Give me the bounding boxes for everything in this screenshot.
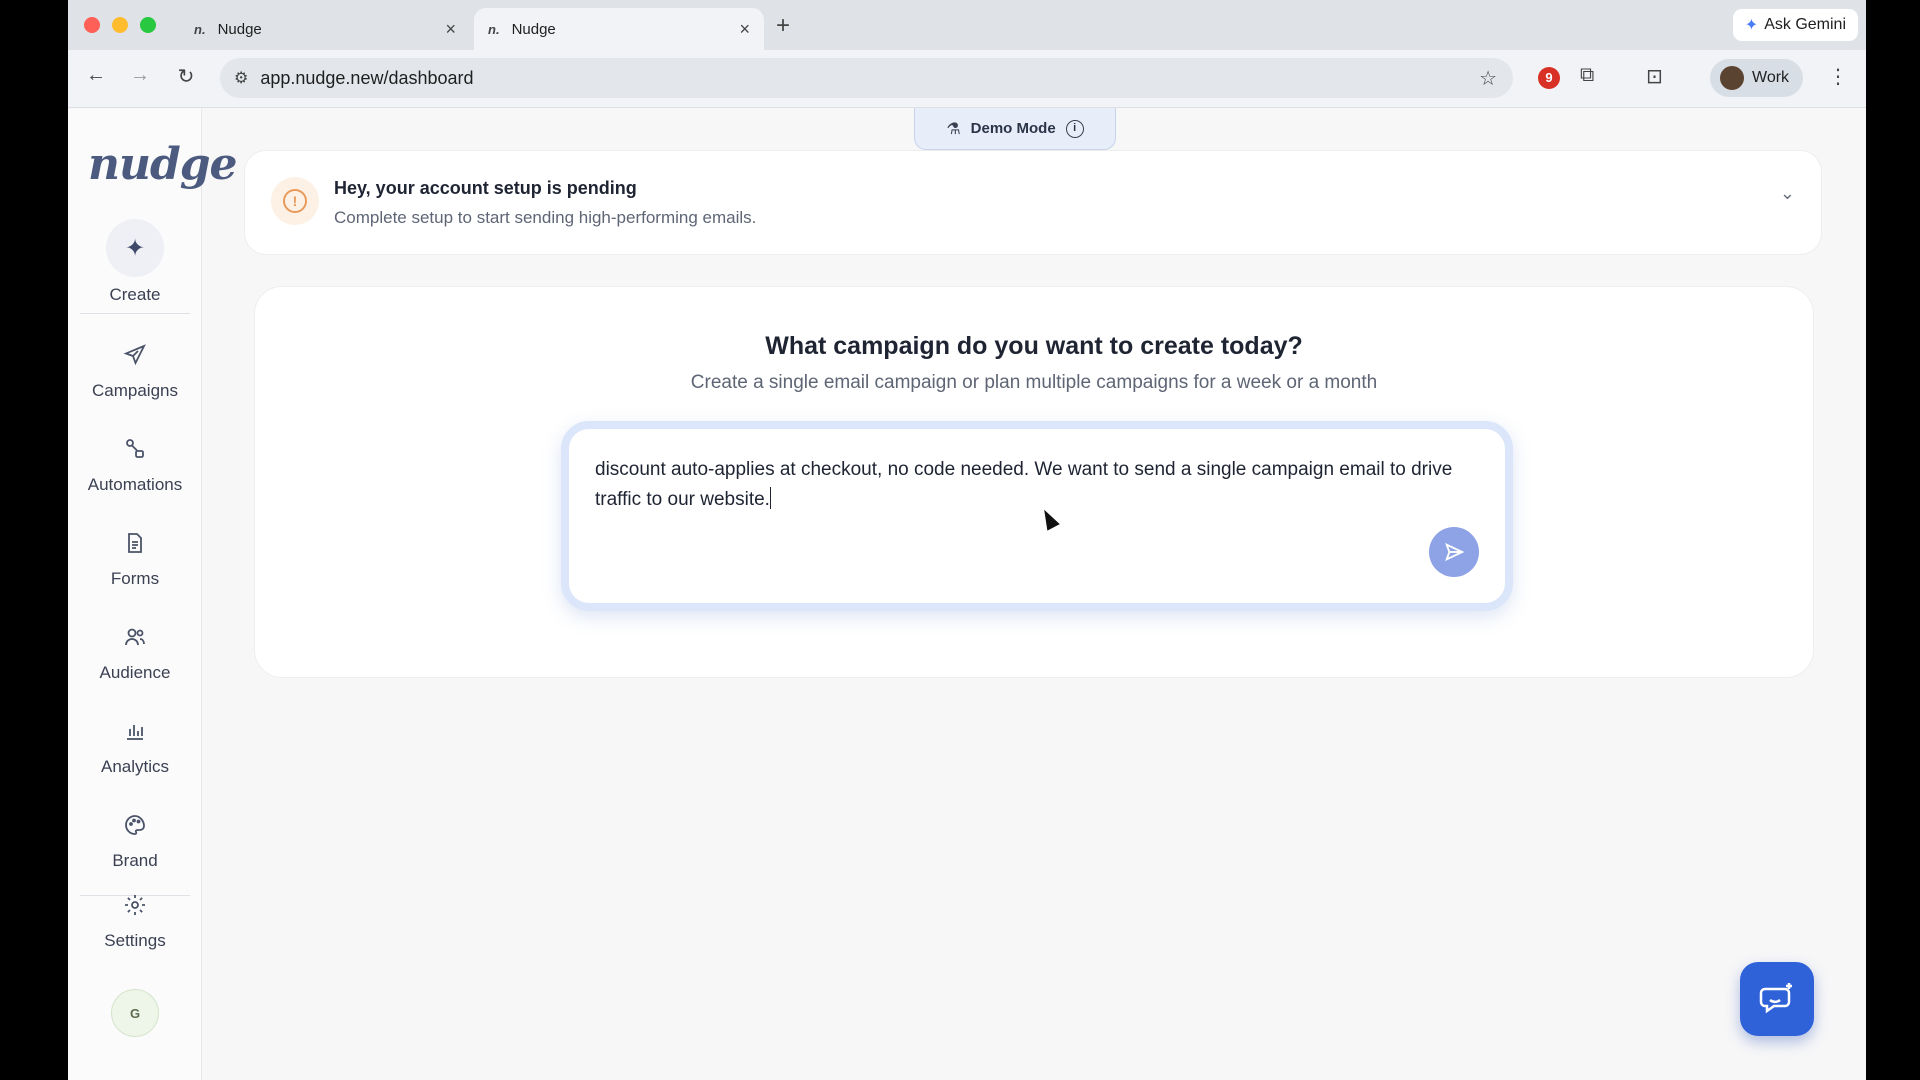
site-settings-icon[interactable]: ⚙ — [234, 68, 248, 88]
maximize-window-button[interactable] — [140, 17, 156, 33]
sidebar-item-label: Audience — [99, 663, 171, 682]
sidebar-item-analytics[interactable]: Analytics — [68, 719, 202, 777]
alert-subtitle: Complete setup to start sending high-per… — [334, 208, 757, 227]
bar-chart-icon — [68, 719, 202, 749]
campaign-prompt-input[interactable]: discount auto-applies at checkout, no co… — [561, 421, 1513, 611]
sidebar-item-label: Create — [109, 285, 161, 304]
tab-title: Nudge — [511, 20, 556, 38]
send-icon — [68, 343, 202, 373]
url-text[interactable]: app.nudge.new/dashboard — [260, 68, 473, 89]
flask-icon: ⚗ — [946, 120, 961, 138]
browser-menu-icon[interactable]: ⋮ — [1828, 64, 1848, 89]
campaign-create-card: What campaign do you want to create toda… — [254, 286, 1814, 678]
sidebar-item-label: Automations — [87, 475, 183, 494]
sidebar-divider — [80, 313, 190, 314]
sidebar-item-label: Campaigns — [92, 381, 178, 400]
profile-button[interactable]: Work — [1710, 59, 1804, 97]
tab-search-icon[interactable]: ⊡ — [1646, 64, 1663, 89]
setup-pending-alert[interactable]: ! Hey, your account setup is pending Com… — [244, 150, 1822, 255]
browser-tab-1[interactable]: n. Nudge × — [180, 8, 470, 50]
tab-title: Nudge — [217, 20, 262, 38]
browser-toolbar: ← → ↻ ⚙ app.nudge.new/dashboard ☆ 9 ⧉ ⊡ … — [68, 50, 1866, 108]
palette-icon — [68, 813, 202, 843]
send-button[interactable] — [1429, 527, 1479, 577]
help-chat-button[interactable] — [1740, 962, 1814, 1036]
back-arrow-icon[interactable]: ← — [82, 64, 110, 87]
bookmark-star-icon[interactable]: ☆ — [1479, 66, 1497, 91]
nudge-logo[interactable]: nudge — [88, 139, 238, 190]
sidebar-item-create[interactable]: ✦ Create — [68, 219, 202, 305]
nudge-favicon-icon: n. — [488, 21, 500, 37]
avatar[interactable]: G — [111, 989, 159, 1037]
sidebar-item-label: Analytics — [100, 757, 170, 776]
close-tab-icon[interactable]: × — [739, 19, 750, 40]
sidebar-item-label: Forms — [110, 569, 160, 588]
app-sidebar: nudge ✦ Create Campaigns Automations For… — [68, 109, 238, 1080]
demo-mode-label: Demo Mode — [970, 120, 1056, 137]
sidebar-item-campaigns[interactable]: Campaigns — [68, 343, 202, 401]
page-subtitle: Create a single email campaign or plan m… — [690, 372, 1378, 393]
gear-icon — [68, 893, 202, 923]
extension-badge-icon[interactable]: 9 — [1538, 67, 1560, 89]
sidebar-item-automations[interactable]: Automations — [68, 437, 202, 495]
browser-window: n. Nudge × n. Nudge × + ✦ Ask Gemini ← →… — [68, 0, 1866, 1080]
reload-icon[interactable]: ↻ — [172, 64, 200, 89]
profile-label: Work — [1752, 69, 1790, 86]
sidebar-item-label: Brand — [112, 851, 158, 870]
browser-tab-2[interactable]: n. Nudge × — [474, 8, 764, 50]
plus-sparkle-icon: ✦ — [106, 219, 164, 277]
chevron-down-icon[interactable]: ⌄ — [1780, 183, 1795, 204]
alert-title: Hey, your account setup is pending — [334, 178, 637, 198]
ask-gemini-label: Ask Gemini — [1764, 16, 1846, 33]
document-icon — [68, 531, 202, 561]
prompt-value: discount auto-applies at checkout, no co… — [595, 459, 1453, 510]
close-tab-icon[interactable]: × — [445, 19, 456, 40]
chat-bubble-icon — [1759, 983, 1792, 1014]
close-window-button[interactable] — [84, 17, 100, 33]
minimize-window-button[interactable] — [112, 17, 128, 33]
tab-strip: n. Nudge × n. Nudge × + ✦ Ask Gemini — [68, 0, 1866, 50]
gemini-sparkle-icon: ✦ — [1744, 17, 1759, 34]
profile-avatar — [1720, 66, 1744, 90]
extensions-puzzle-icon[interactable]: ⧉ — [1580, 64, 1594, 87]
flow-icon — [68, 437, 202, 467]
nudge-favicon-icon: n. — [194, 21, 206, 37]
address-bar[interactable]: ⚙ app.nudge.new/dashboard ☆ — [220, 58, 1513, 98]
forward-arrow-icon[interactable]: → — [126, 64, 154, 87]
text-caret — [769, 487, 771, 509]
info-icon[interactable]: i — [1065, 119, 1084, 138]
send-arrow-icon — [1445, 542, 1465, 562]
users-icon — [68, 625, 202, 655]
sidebar-item-audience[interactable]: Audience — [68, 625, 202, 683]
demo-mode-pill[interactable]: ⚗ Demo Mode i — [914, 108, 1116, 150]
warning-icon: ! — [271, 177, 319, 225]
ask-gemini-button[interactable]: ✦ Ask Gemini — [1732, 9, 1858, 41]
prompt-text-area[interactable]: discount auto-applies at checkout, no co… — [595, 455, 1475, 515]
sidebar-item-forms[interactable]: Forms — [68, 531, 202, 589]
new-tab-button[interactable]: + — [776, 12, 790, 40]
sidebar-item-settings[interactable]: Settings — [68, 893, 202, 951]
sidebar-item-label: Settings — [104, 931, 166, 950]
page-title: What campaign do you want to create toda… — [765, 332, 1303, 360]
sidebar-item-brand[interactable]: Brand — [68, 813, 202, 871]
